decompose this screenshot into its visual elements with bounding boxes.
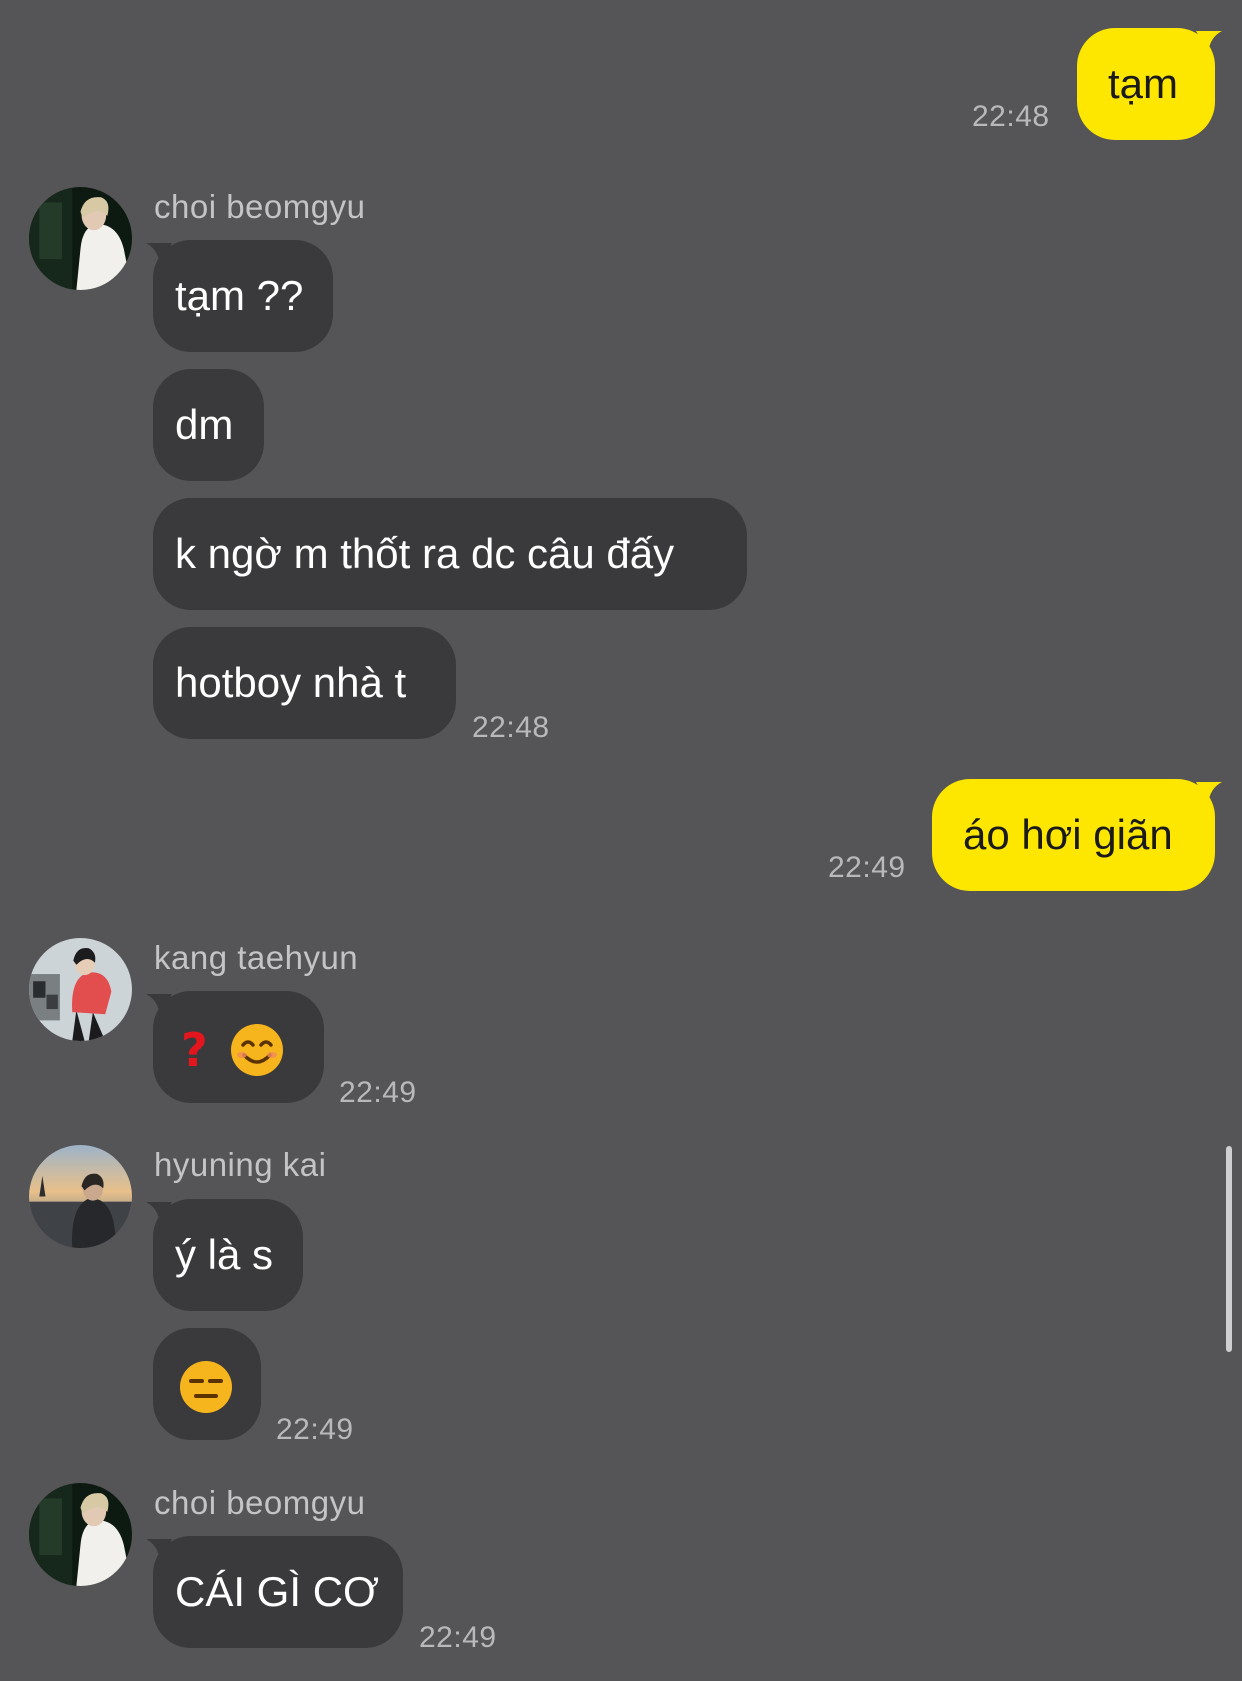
incoming-message-bubble[interactable]: CÁI GÌ CƠ (153, 1536, 403, 1648)
message-text: k ngờ m thốt ra dc câu đấy (175, 530, 675, 577)
sender-name: hyuning kai (154, 1146, 327, 1183)
message-text: tạm (1108, 60, 1179, 107)
incoming-message-bubble[interactable] (153, 1328, 261, 1440)
avatar-kang-taehyun[interactable] (29, 938, 132, 1041)
message-timestamp: 22:49 (828, 851, 906, 884)
message-timestamp: 22:48 (472, 711, 550, 744)
bubble-tail (1196, 782, 1222, 804)
profile-photo-icon (29, 938, 132, 1041)
avatar-choi-beomgyu[interactable] (29, 187, 132, 290)
incoming-message-bubble[interactable]: ý là s (153, 1199, 303, 1311)
message-timestamp: 22:49 (276, 1413, 354, 1446)
message-timestamp: 22:49 (419, 1621, 497, 1654)
smiling-face-emoji (230, 1023, 284, 1077)
message-text: áo hơi giãn (963, 811, 1173, 858)
outgoing-message-bubble[interactable]: áo hơi giãn (932, 779, 1215, 891)
scrollbar-thumb[interactable] (1226, 1146, 1232, 1352)
profile-photo-icon (29, 1483, 132, 1586)
incoming-message-bubble[interactable]: ? (153, 991, 324, 1103)
question-mark-emoji: ? (181, 1022, 208, 1077)
message-text: hotboy nhà t (175, 659, 407, 706)
avatar-choi-beomgyu[interactable] (29, 1483, 132, 1586)
bubble-tail (1196, 31, 1222, 53)
expressionless-face-emoji (179, 1360, 233, 1414)
message-timestamp: 22:48 (972, 100, 1050, 133)
profile-photo-icon (29, 187, 132, 290)
incoming-message-bubble[interactable]: hotboy nhà t (153, 627, 456, 739)
sender-name: choi beomgyu (154, 188, 366, 225)
sender-name: choi beomgyu (154, 1484, 366, 1521)
message-text: tạm ?? (175, 272, 304, 319)
outgoing-message-bubble[interactable]: tạm (1077, 28, 1215, 140)
message-text: CÁI GÌ CƠ (175, 1568, 380, 1615)
profile-photo-icon (29, 1145, 132, 1248)
chat-thread[interactable]: tạm 22:48 choi beomgyu tạm ?? dm k ngờ m… (0, 0, 1242, 1681)
message-text: dm (175, 401, 234, 448)
avatar-hyuning-kai[interactable] (29, 1145, 132, 1248)
incoming-message-bubble[interactable]: dm (153, 369, 264, 481)
message-timestamp: 22:49 (339, 1076, 417, 1109)
incoming-message-bubble[interactable]: tạm ?? (153, 240, 333, 352)
sender-name: kang taehyun (154, 939, 359, 976)
message-text: ý là s (175, 1231, 274, 1278)
incoming-message-bubble[interactable]: k ngờ m thốt ra dc câu đấy (153, 498, 747, 610)
